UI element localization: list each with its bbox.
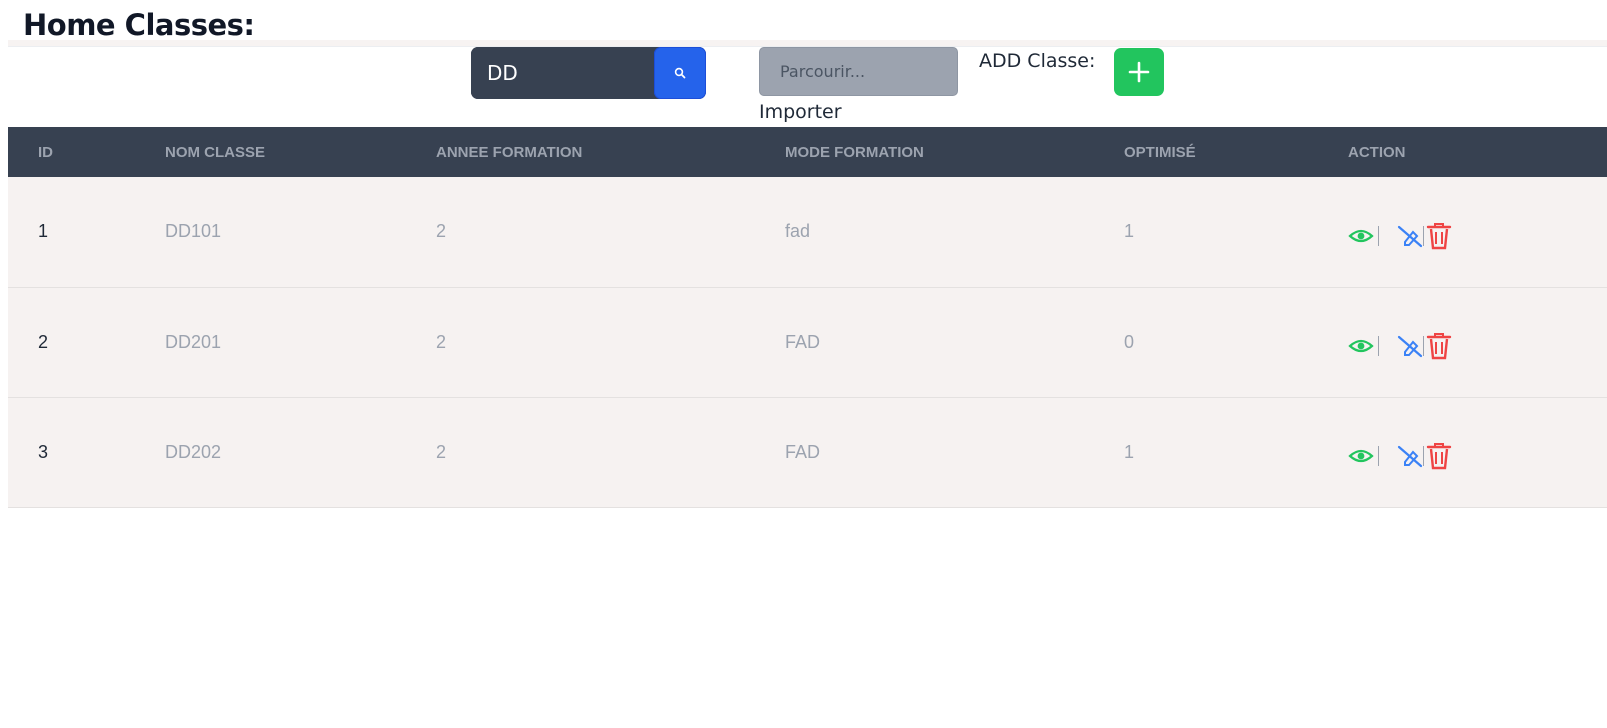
cell-optimise: 1 [1124, 441, 1135, 462]
table-row: 3 DD202 2 FAD 1 [8, 397, 1607, 507]
view-button[interactable] [1348, 228, 1374, 244]
cell-actions [1348, 287, 1607, 397]
edit-icon [1397, 225, 1423, 247]
delete-button[interactable] [1426, 442, 1452, 470]
trash-icon [1426, 333, 1452, 360]
edit-icon [1397, 335, 1423, 358]
action-divider [1378, 225, 1379, 246]
search-button[interactable] [654, 47, 706, 99]
cell-id: 3 [38, 441, 49, 462]
file-browse-button[interactable]: Parcourir... [759, 47, 958, 96]
search-icon [674, 67, 686, 79]
cell-annee-formation: 2 [436, 441, 447, 462]
cell-actions [1348, 177, 1607, 287]
trash-icon [1426, 222, 1452, 249]
cell-optimise: 1 [1124, 221, 1135, 242]
cell-annee-formation: 2 [436, 221, 447, 242]
edit-button[interactable] [1397, 224, 1423, 248]
cell-id: 1 [38, 221, 49, 242]
import-label[interactable]: Importer [759, 101, 842, 123]
edit-button[interactable] [1397, 444, 1423, 468]
add-class-button[interactable] [1114, 48, 1164, 96]
action-divider [1378, 446, 1379, 466]
view-button[interactable] [1348, 448, 1374, 464]
delete-button[interactable] [1426, 222, 1452, 250]
header-action: ACTION [1348, 143, 1406, 161]
cell-optimise: 0 [1124, 331, 1135, 352]
table-row: 1 DD101 2 fad 1 [8, 177, 1607, 287]
edit-button[interactable] [1397, 334, 1423, 358]
add-class-label: ADD Classe: [979, 50, 1096, 72]
header-id: ID [38, 143, 53, 161]
classes-table: ID NOM CLASSE ANNEE FORMATION MODE FORMA… [8, 127, 1607, 508]
cell-mode-formation: FAD [785, 441, 821, 462]
cell-mode-formation: fad [785, 221, 811, 242]
action-divider [1423, 446, 1424, 466]
cell-annee-formation: 2 [436, 331, 447, 352]
header-optimise: OPTIMISÉ [1124, 143, 1196, 161]
action-divider [1423, 225, 1424, 246]
cell-nom-classe: DD101 [165, 221, 222, 242]
search-input[interactable] [471, 47, 654, 99]
plus-icon [1128, 61, 1150, 83]
trash-icon [1426, 443, 1452, 470]
search-bar [471, 47, 706, 99]
table-header-row: ID NOM CLASSE ANNEE FORMATION MODE FORMA… [8, 127, 1607, 177]
cell-nom-classe: DD201 [165, 331, 222, 352]
page-title: Home Classes: [23, 8, 255, 42]
eye-icon [1348, 339, 1374, 353]
header-mode-formation: MODE FORMATION [785, 143, 924, 161]
header-annee-formation: ANNEE FORMATION [436, 143, 583, 161]
cell-id: 2 [38, 331, 49, 352]
action-divider [1423, 336, 1424, 356]
cell-nom-classe: DD202 [165, 441, 222, 462]
eye-icon [1348, 449, 1374, 463]
table-row: 2 DD201 2 FAD 0 [8, 287, 1607, 397]
view-button[interactable] [1348, 338, 1374, 354]
action-divider [1378, 336, 1379, 356]
eye-icon [1348, 229, 1374, 242]
cell-actions [1348, 397, 1607, 507]
cell-mode-formation: FAD [785, 331, 821, 352]
edit-icon [1397, 445, 1423, 468]
delete-button[interactable] [1426, 332, 1452, 360]
header-nom-classe: NOM CLASSE [165, 143, 266, 161]
